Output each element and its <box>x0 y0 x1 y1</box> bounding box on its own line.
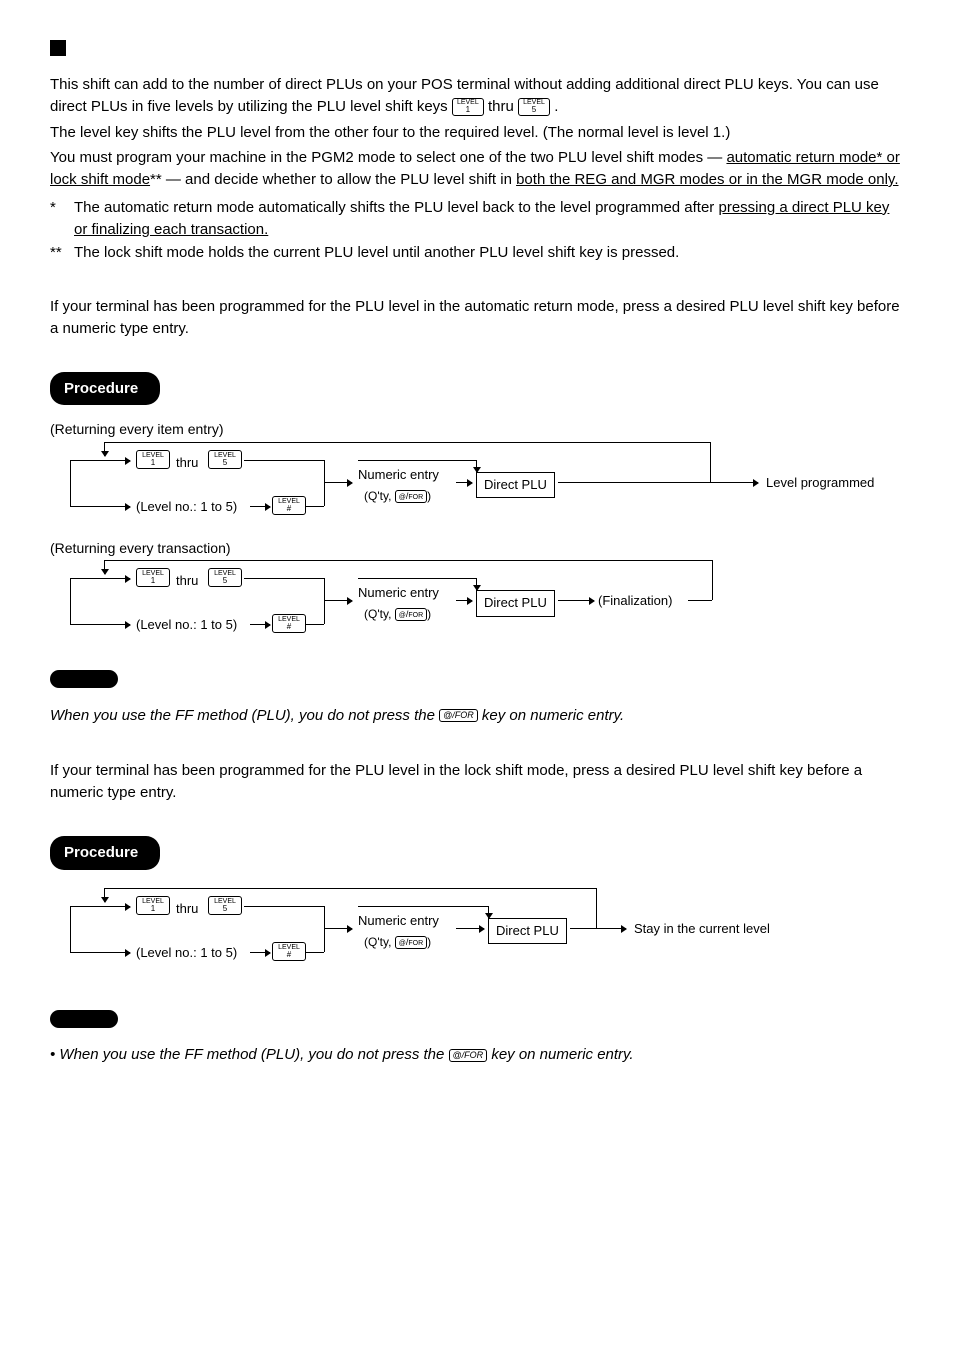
text-underline: both the REG and MGR modes or in the MGR… <box>516 171 898 188</box>
level-1-key-icon: LEVEL1 <box>136 450 170 469</box>
at-for-key-icon: @/FOR <box>449 1049 488 1062</box>
flow-diagram-lock: LEVEL1 thru LEVEL5 (Level no.: 1 to 5) L… <box>50 888 904 988</box>
qty-label: (Q'ty, @/FOR) <box>364 934 431 951</box>
text: thru <box>176 900 198 919</box>
procedure-heading: Procedure <box>50 836 160 870</box>
at-for-key-icon: @/FOR <box>395 490 427 503</box>
level-hash-key-icon: LEVEL# <box>272 496 306 515</box>
footnote-marker: ** <box>50 242 74 264</box>
note-heading <box>50 670 118 688</box>
text: . <box>554 98 558 115</box>
text: thru <box>488 98 518 115</box>
text: (Level no.: 1 to 5) <box>136 944 237 963</box>
qty-label: (Q'ty, @/FOR) <box>364 488 431 505</box>
note-text: • When you use the FF method (PLU), you … <box>50 1044 904 1066</box>
level-5-key-icon: LEVEL5 <box>208 568 242 587</box>
level-hash-key-icon: LEVEL# <box>272 942 306 961</box>
numeric-entry-label: Numeric entry <box>358 466 439 485</box>
flow-caption: (Returning every item entry) <box>50 419 904 439</box>
at-for-key-icon: @/FOR <box>395 936 427 949</box>
level-5-key-icon: LEVEL5 <box>208 450 242 469</box>
footnote-marker: * <box>50 197 74 241</box>
footnotes: * The automatic return mode automaticall… <box>50 197 904 264</box>
text: key on numeric entry. <box>487 1046 633 1063</box>
numeric-entry-label: Numeric entry <box>358 912 439 931</box>
level-1-key-icon: LEVEL1 <box>452 98 484 116</box>
text: (Level no.: 1 to 5) <box>136 498 237 517</box>
qty-label: (Q'ty, @/FOR) <box>364 606 431 623</box>
footnote-2: The lock shift mode holds the current PL… <box>74 242 679 264</box>
note-text: When you use the FF method (PLU), you do… <box>50 705 904 727</box>
text: • When you use the FF method (PLU), you … <box>50 1046 449 1063</box>
level-programmed-label: Level programmed <box>766 474 874 493</box>
numeric-entry-label: Numeric entry <box>358 584 439 603</box>
level-5-key-icon: LEVEL5 <box>208 896 242 915</box>
flow-caption: (Returning every transaction) <box>50 538 904 558</box>
note-heading <box>50 1010 118 1028</box>
text: (Level no.: 1 to 5) <box>136 616 237 635</box>
level-hash-key-icon: LEVEL# <box>272 614 306 633</box>
flow-diagram-auto-item: (Returning every item entry) LEVEL1 thru… <box>50 419 904 648</box>
lock-mode-intro: If your terminal has been programmed for… <box>50 760 904 804</box>
at-for-key-icon: @/FOR <box>395 608 427 621</box>
direct-plu-box: Direct PLU <box>488 918 567 945</box>
level-5-key-icon: LEVEL5 <box>518 98 550 116</box>
text: thru <box>176 572 198 591</box>
auto-mode-intro: If your terminal has been programmed for… <box>50 296 904 340</box>
at-for-key-icon: @/FOR <box>439 709 478 722</box>
procedure-heading: Procedure <box>50 372 160 406</box>
intro-paragraph-1: This shift can add to the number of dire… <box>50 74 904 118</box>
intro-paragraph-2: The level key shifts the PLU level from … <box>50 122 904 144</box>
level-1-key-icon: LEVEL1 <box>136 568 170 587</box>
direct-plu-box: Direct PLU <box>476 590 555 617</box>
text: The automatic return mode automatically … <box>74 199 718 216</box>
stay-label: Stay in the current level <box>634 920 770 939</box>
text: key on numeric entry. <box>478 707 624 724</box>
footnote-1: The automatic return mode automatically … <box>74 197 904 241</box>
text: When you use the FF method (PLU), you do… <box>50 707 439 724</box>
intro-paragraph-3: You must program your machine in the PGM… <box>50 147 904 191</box>
finalization-label: (Finalization) <box>598 592 672 611</box>
text: ** — and decide whether to allow the PLU… <box>150 171 516 188</box>
section-marker <box>50 40 66 56</box>
level-1-key-icon: LEVEL1 <box>136 896 170 915</box>
text: You must program your machine in the PGM… <box>50 149 726 166</box>
direct-plu-box: Direct PLU <box>476 472 555 499</box>
text: thru <box>176 454 198 473</box>
